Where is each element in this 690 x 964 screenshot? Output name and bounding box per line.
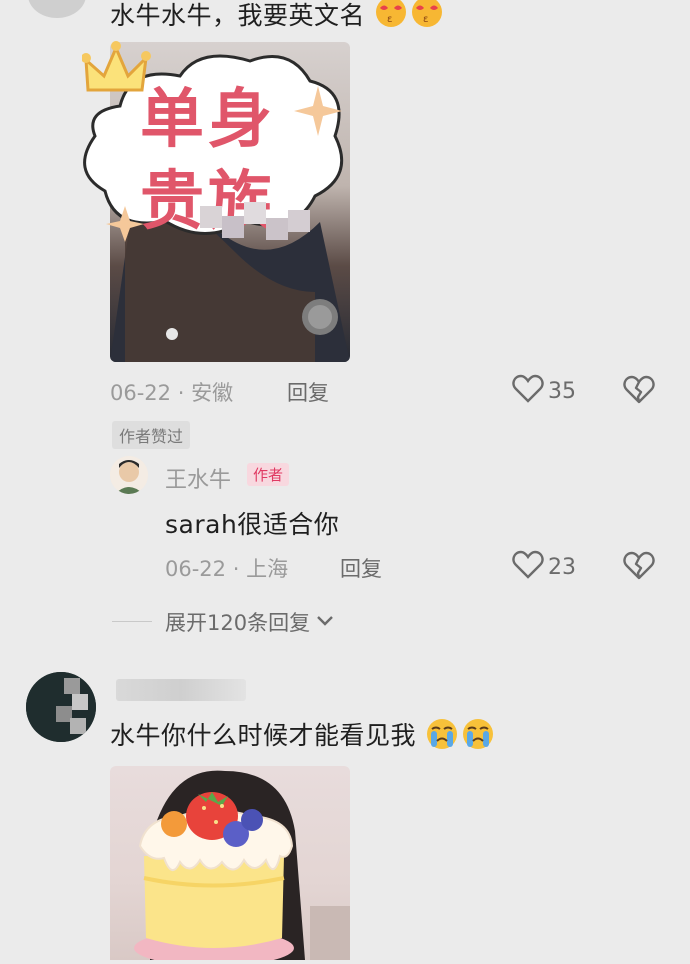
mosaic-blur — [200, 196, 310, 256]
dislike-button[interactable] — [623, 375, 655, 409]
meta-separator: · — [177, 381, 185, 405]
heart-icon — [512, 374, 544, 408]
cake-sticker — [132, 778, 302, 964]
broken-heart-icon — [623, 551, 655, 585]
like-count: 35 — [548, 378, 576, 404]
like-count: 23 — [548, 554, 576, 580]
comment-text-content: 水牛水牛，我要英文名 — [110, 1, 366, 30]
expand-replies-label: 展开120条回复 — [165, 611, 311, 635]
reply-button[interactable]: 回复 — [287, 377, 329, 407]
author-liked-badge: 作者赞过 — [112, 421, 191, 449]
chevron-down-icon — [316, 613, 334, 632]
reply-location: 上海 — [246, 557, 289, 581]
expand-replies-button[interactable]: 展开120条回复 — [165, 607, 334, 637]
comment-text: 水牛你什么时候才能看见我 — [110, 716, 496, 757]
author-username[interactable]: 王水牛 — [165, 462, 231, 494]
comment-text-content: 水牛你什么时候才能看见我 — [110, 721, 417, 750]
comment-text: 水牛水牛，我要英文名 ε ε — [110, 0, 445, 36]
meta-separator: · — [232, 557, 240, 581]
reply-text: sarah很适合你 — [165, 510, 340, 539]
like-button[interactable]: 35 — [512, 374, 576, 408]
author-tag: 作者 — [247, 463, 290, 486]
comment-meta: 06-22 · 安徽 — [110, 377, 233, 407]
comment-date: 06-22 — [110, 381, 172, 405]
commenter-avatar[interactable] — [28, 0, 86, 18]
dislike-button[interactable] — [623, 551, 655, 585]
username-blurred[interactable] — [116, 679, 246, 701]
author-avatar[interactable] — [110, 456, 148, 494]
comment-location: 安徽 — [191, 381, 234, 405]
reply-meta: 06-22 · 上海 — [165, 553, 288, 583]
svg-text:ε: ε — [387, 14, 393, 25]
sticker-text-line1: 单身 — [140, 83, 276, 157]
crying-emoji-icon — [460, 717, 496, 757]
divider — [112, 621, 152, 622]
like-button[interactable]: 23 — [512, 550, 576, 584]
heart-icon — [512, 550, 544, 584]
reply-date: 06-22 — [165, 557, 227, 581]
crying-emoji-icon — [424, 717, 460, 757]
svg-text:ε: ε — [423, 14, 429, 25]
reply-button[interactable]: 回复 — [340, 553, 382, 583]
broken-heart-icon — [623, 375, 655, 409]
kiss-emoji-icon: ε — [409, 0, 445, 36]
commenter-avatar[interactable] — [26, 672, 96, 742]
kiss-emoji-icon: ε — [373, 0, 409, 36]
